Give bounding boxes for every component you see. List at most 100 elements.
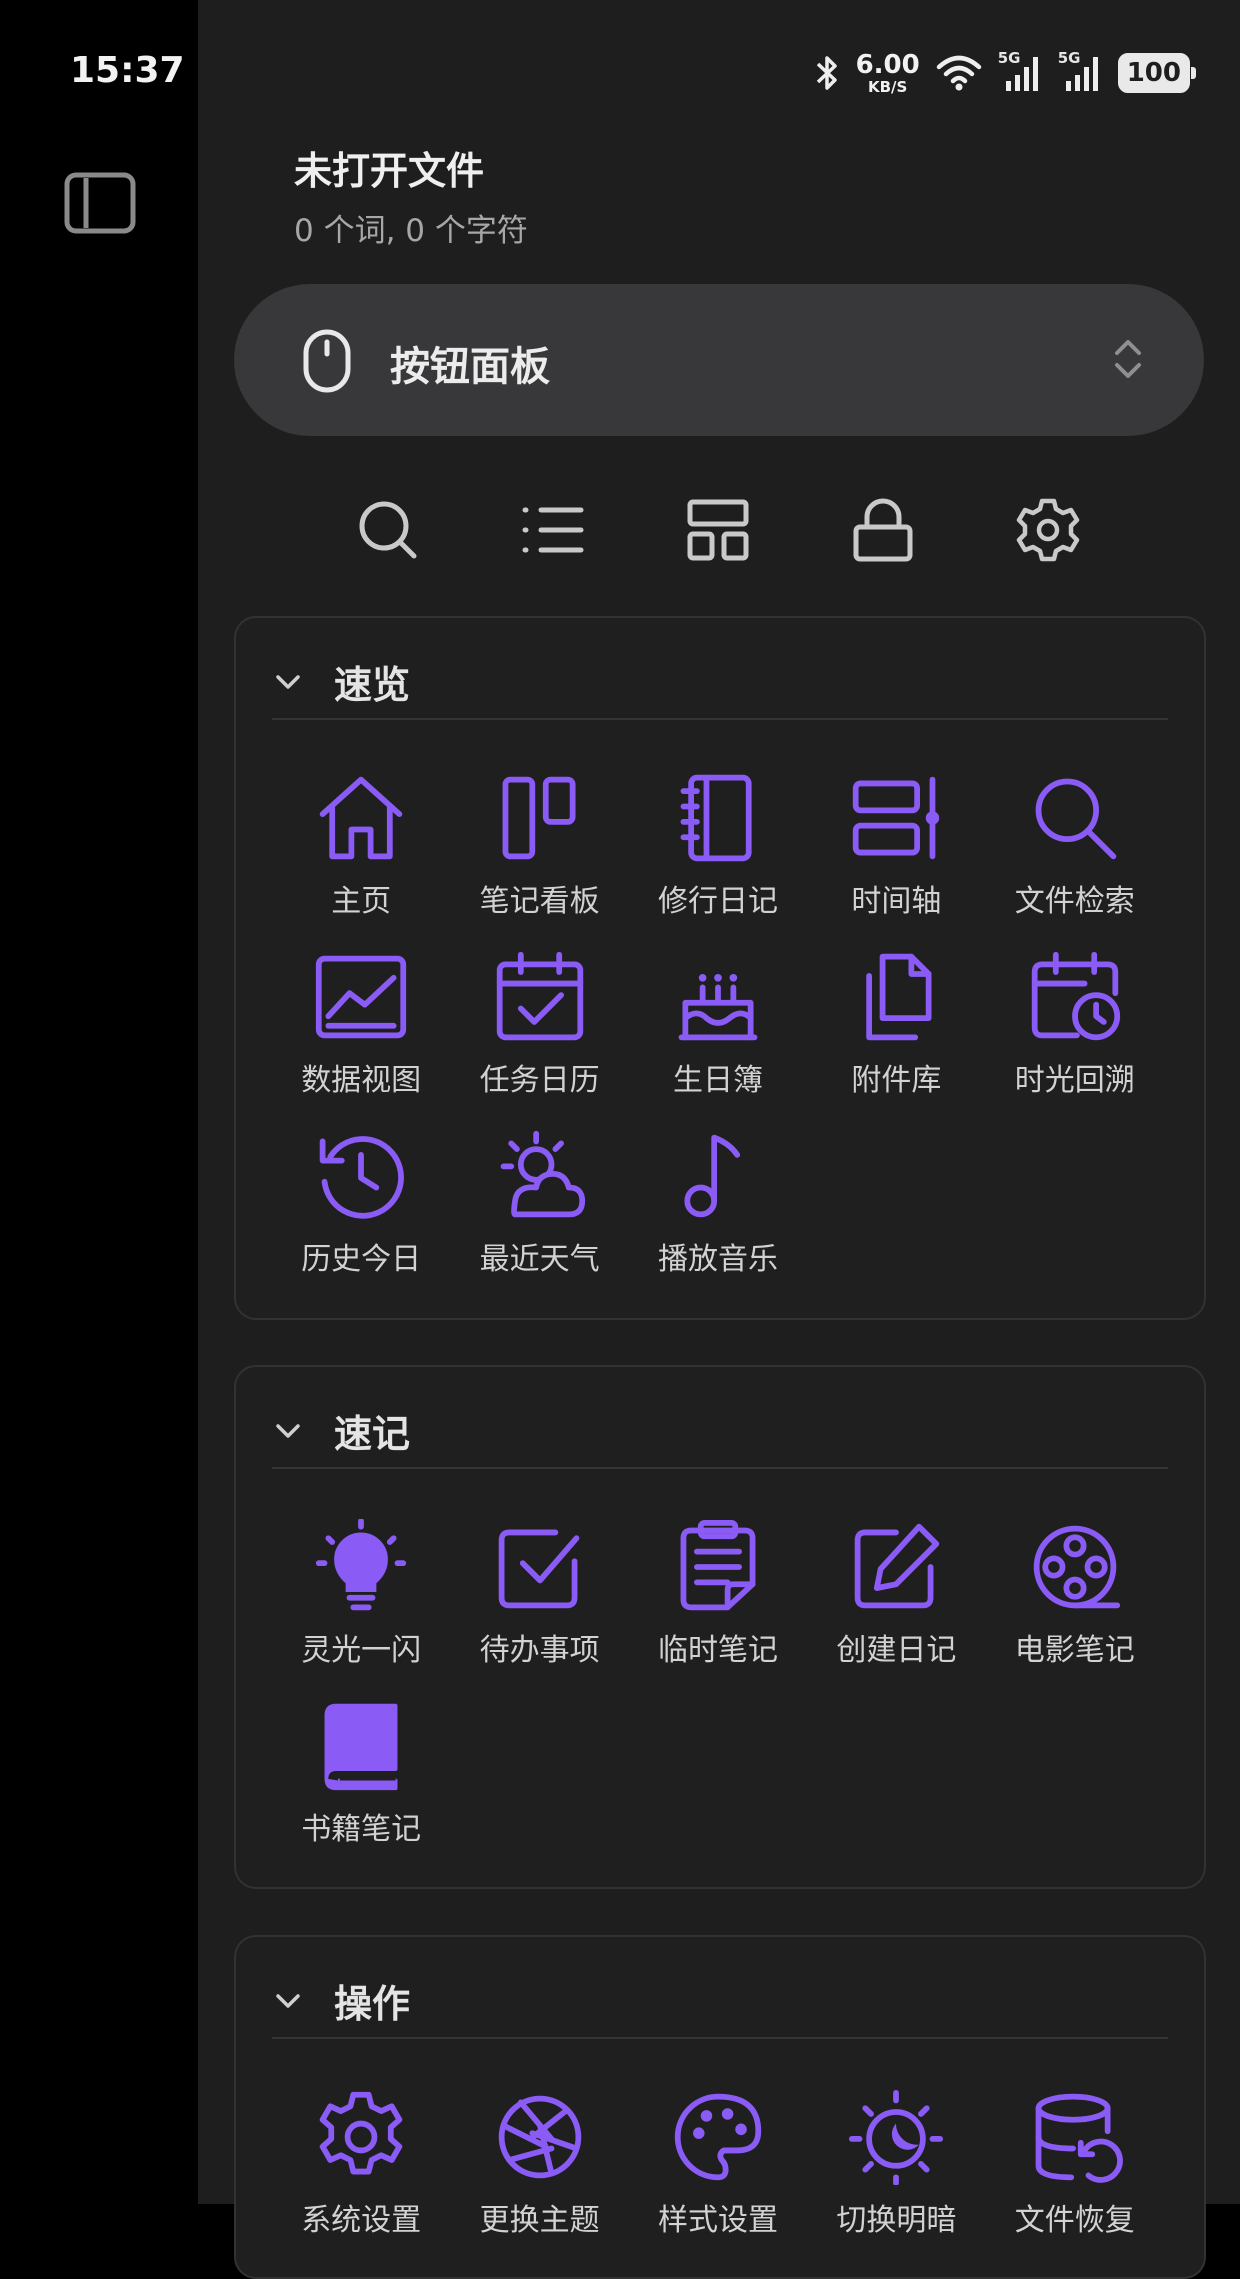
- panel-button-label: 最近天气: [479, 1242, 600, 1277]
- files-icon: [846, 947, 946, 1047]
- panel-selector[interactable]: 按钮面板: [234, 284, 1204, 436]
- sun-moon-icon: [846, 2087, 946, 2187]
- network-speed: 6.00 KB/S: [856, 52, 920, 95]
- panel-button[interactable]: 附件库: [807, 947, 985, 1126]
- panel-button[interactable]: 临时笔记: [629, 1517, 807, 1696]
- lightbulb-icon: [311, 1517, 411, 1617]
- panel-button-label: 更换主题: [479, 2203, 600, 2238]
- panel-button-label: 样式设置: [657, 2203, 778, 2238]
- section-header[interactable]: 操作: [272, 1973, 410, 2028]
- panel-button[interactable]: 笔记看板: [450, 768, 628, 947]
- chevron-down-icon: [276, 1423, 300, 1438]
- aperture-icon: [490, 2087, 590, 2187]
- history-icon: [311, 1126, 411, 1226]
- panel-button[interactable]: 系统设置: [272, 2087, 450, 2266]
- file-title: 未打开文件: [294, 149, 485, 193]
- status-icons: 6.00 KB/S 5G 5G 100: [814, 49, 1197, 96]
- panel-button[interactable]: 时间轴: [807, 768, 985, 947]
- panel-button-label: 时间轴: [851, 884, 942, 919]
- button-grid: 主页 笔记看板 修行日记 时间轴 文件检索数据视图 任务日历 生日簿 附件库 时光回溯历史今日 最…: [272, 768, 1164, 1305]
- section-header[interactable]: 速览: [272, 654, 410, 709]
- signal-5g-icon-2: 5G: [1058, 49, 1102, 93]
- calendar-check-icon: [490, 947, 590, 1047]
- network-type-2: 5G: [1057, 49, 1081, 67]
- database-restore-icon: [1025, 2087, 1125, 2187]
- lock-button[interactable]: [843, 490, 923, 570]
- panel-button[interactable]: 播放音乐: [629, 1126, 807, 1305]
- calendar-clock-icon: [1025, 947, 1125, 1047]
- panel-button[interactable]: 数据视图: [272, 947, 450, 1126]
- file-stats: 0 个词, 0 个字符: [294, 213, 528, 249]
- panel-button[interactable]: 创建日记: [807, 1517, 985, 1696]
- section-quick-notes: 速记 灵光一闪 待办事项 临时笔记 创建日记 电影笔记书籍笔记: [234, 1365, 1206, 1889]
- panel-button-label: 文件恢复: [1014, 2203, 1135, 2238]
- panel-button-label: 主页: [331, 884, 392, 919]
- network-type-1: 5G: [997, 49, 1021, 67]
- panel-button[interactable]: 切换明暗: [807, 2087, 985, 2266]
- panel-button-label: 笔记看板: [479, 884, 600, 919]
- panel-button[interactable]: 灵光一闪: [272, 1517, 450, 1696]
- panel-button[interactable]: 待办事项: [450, 1517, 628, 1696]
- panel-button[interactable]: 主页: [272, 768, 450, 947]
- checkbox-icon: [490, 1517, 590, 1617]
- panel-button[interactable]: 时光回溯: [986, 947, 1164, 1126]
- panel-button[interactable]: 书籍笔记: [272, 1696, 450, 1875]
- panel-button[interactable]: 电影笔记: [986, 1517, 1164, 1696]
- chevron-up-down-icon: [1112, 336, 1144, 382]
- mouse-icon: [302, 328, 352, 394]
- divider: [272, 1467, 1168, 1469]
- panel-button[interactable]: 历史今日: [272, 1126, 450, 1305]
- clipboard-icon: [668, 1517, 768, 1617]
- divider: [272, 2037, 1168, 2039]
- section-header[interactable]: 速记: [272, 1403, 410, 1458]
- speed-value: 6.00: [855, 49, 920, 80]
- notebook-icon: [668, 768, 768, 868]
- panel-button[interactable]: 更换主题: [450, 2087, 628, 2266]
- kanban-icon: [490, 768, 590, 868]
- gear-icon: [1016, 498, 1080, 562]
- panel-selector-label: 按钮面板: [390, 344, 550, 390]
- battery-indicator: 100: [1117, 53, 1197, 93]
- panel-button[interactable]: 任务日历: [450, 947, 628, 1126]
- search-icon: [1025, 768, 1125, 868]
- outline-button[interactable]: [513, 490, 593, 570]
- panel-button-label: 系统设置: [301, 2203, 422, 2238]
- signal-5g-icon-1: 5G: [998, 49, 1042, 93]
- bluetooth-icon: [814, 53, 840, 93]
- panel-button[interactable]: 最近天气: [450, 1126, 628, 1305]
- search-icon: [359, 501, 417, 559]
- layout-icon: [687, 499, 749, 561]
- settings-button[interactable]: [1008, 490, 1088, 570]
- panel-button-label: 书籍笔记: [301, 1812, 422, 1847]
- panel-button-label: 电影笔记: [1014, 1633, 1135, 1668]
- panel-button-label: 任务日历: [479, 1063, 600, 1098]
- search-button[interactable]: [348, 490, 428, 570]
- panel-button-label: 附件库: [851, 1063, 942, 1098]
- panel-button-label: 数据视图: [301, 1063, 422, 1098]
- toolbar: [348, 490, 1088, 570]
- section-quick-view: 速览 主页 笔记看板 修行日记 时间轴 文件检索数据视图 任务日历 生日簿 附件库 时光回溯历史…: [234, 616, 1206, 1320]
- divider: [272, 718, 1168, 720]
- chevron-down-icon: [276, 674, 300, 689]
- panel-button-label: 时光回溯: [1014, 1063, 1135, 1098]
- wifi-icon: [936, 55, 982, 91]
- panel-button-label: 历史今日: [301, 1242, 422, 1277]
- list-icon: [522, 507, 584, 553]
- timeline-icon: [846, 768, 946, 868]
- panel-button[interactable]: 生日簿: [629, 947, 807, 1126]
- book-icon: [311, 1696, 411, 1796]
- panel-button[interactable]: 样式设置: [629, 2087, 807, 2266]
- panel-button-label: 修行日记: [657, 884, 778, 919]
- chevron-down-icon: [276, 1993, 300, 2008]
- panel-button[interactable]: 文件检索: [986, 768, 1164, 947]
- weather-icon: [490, 1126, 590, 1226]
- panel-button-label: 播放音乐: [657, 1242, 778, 1277]
- panel-button-label: 灵光一闪: [301, 1633, 422, 1668]
- status-time: 15:37: [70, 50, 185, 91]
- home-icon: [311, 768, 411, 868]
- layout-button[interactable]: [678, 490, 758, 570]
- panel-button-label: 创建日记: [836, 1633, 957, 1668]
- panel-button[interactable]: 文件恢复: [986, 2087, 1164, 2266]
- panel-button[interactable]: 修行日记: [629, 768, 807, 947]
- sidebar-toggle-icon[interactable]: [64, 172, 136, 234]
